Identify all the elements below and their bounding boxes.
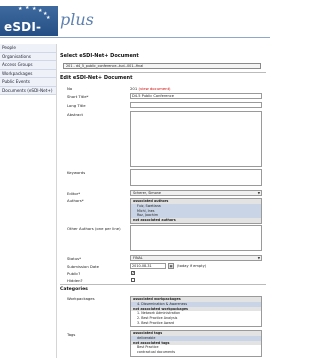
keywords-label: Keywords	[67, 170, 86, 175]
tags-label: Tags	[67, 332, 76, 337]
status-value: FINAL	[133, 256, 143, 260]
no-label: No	[67, 86, 73, 91]
sidebar-divider	[56, 44, 57, 358]
submission-date-value: 2010-08-31	[132, 264, 152, 268]
logo-plus: plus	[60, 10, 94, 29]
sidebar-item-documents[interactable]: Documents (eSDI-Net+)	[0, 86, 56, 95]
edit-section-title: Edit eSDI-Net+ Document	[60, 75, 133, 81]
today-hint: (today if empty)	[177, 264, 207, 268]
workpackages-label: Workpackages	[67, 296, 95, 301]
chevron-down-icon: ▼	[257, 191, 260, 195]
short-title-input[interactable]: D4.5 Public Conference	[130, 93, 262, 99]
short-title-label: Short Title*	[67, 94, 89, 99]
short-title-value: D4.5 Public Conference	[132, 94, 174, 98]
chevron-down-icon: ▼	[257, 256, 260, 260]
calendar-icon: ▦	[169, 264, 173, 268]
no-value: 201	[130, 86, 138, 91]
list-item[interactable]: contractual documents	[131, 350, 261, 355]
editor-select[interactable]: Scherer, Simone ▼	[130, 190, 262, 196]
editor-label: Editor*	[67, 191, 81, 196]
sidebar-item-workpackages[interactable]: Workpackages	[0, 69, 56, 78]
sidebar-item-public-events[interactable]: Public Events	[0, 78, 56, 87]
keywords-textarea[interactable]	[130, 169, 262, 186]
abstract-textarea[interactable]	[130, 111, 262, 167]
select-section-title: Select eSDI-Net+ Document	[60, 53, 139, 59]
divider	[60, 72, 266, 73]
list-header: not associated authors	[131, 218, 261, 223]
list-item[interactable]: 3. Best Practice Award	[131, 321, 261, 326]
no-value-line: 201 (view document)	[130, 86, 171, 91]
tags-listbox[interactable]: associated tags deliverable not associat…	[130, 330, 262, 357]
status-select[interactable]: FINAL ▼	[130, 255, 262, 261]
divider	[60, 284, 266, 285]
other-authors-textarea[interactable]	[130, 225, 262, 251]
hidden-label: Hidden?	[67, 278, 83, 283]
sidebar-item-access-groups[interactable]: Access Groups	[0, 61, 56, 70]
categories-title: Categories	[60, 287, 88, 292]
calendar-button[interactable]: ▦	[168, 263, 174, 269]
header-divider	[0, 37, 270, 38]
authors-listbox[interactable]: associated authors Fuiz, Swetlana Michl,…	[130, 198, 262, 224]
star-icon: ★	[38, 8, 43, 14]
star-icon: ★	[32, 6, 37, 12]
header: ★ ★ ★ ★ ★ ★ eSDI-NET plus	[0, 0, 270, 48]
authors-label: Authors*	[67, 198, 84, 203]
editor-value: Scherer, Simone	[133, 191, 161, 195]
star-icon: ★	[18, 6, 23, 12]
star-icon: ★	[25, 5, 30, 11]
other-authors-label: Other Authors (one per line)	[67, 226, 121, 231]
view-document-link[interactable]: (view document)	[138, 86, 170, 91]
sidebar-item-people[interactable]: People	[0, 44, 56, 53]
sidebar: People Organisations Access Groups Workp…	[0, 44, 56, 95]
hidden-checkbox[interactable]	[131, 278, 135, 282]
abstract-label: Abstract	[67, 112, 83, 117]
status-label: Status*	[67, 256, 81, 261]
sidebar-item-organisations[interactable]: Organisations	[0, 52, 56, 61]
document-select-value: 201 - d4_5_public_conference--tud--001--…	[66, 64, 144, 68]
submission-date-input[interactable]: 2010-08-31	[130, 263, 166, 269]
submission-date-label: Submission Date	[67, 264, 100, 269]
public-label: Public?	[67, 271, 81, 276]
logo[interactable]: ★ ★ ★ ★ ★ ★ eSDI-NET	[0, 5, 58, 48]
long-title-label: Long Title	[67, 103, 86, 108]
workpackages-listbox[interactable]: associated workpackages 4. Dissemination…	[130, 296, 262, 327]
public-checkbox[interactable]: ✓	[131, 271, 135, 275]
document-select[interactable]: 201 - d4_5_public_conference--tud--001--…	[63, 63, 261, 69]
long-title-input[interactable]	[130, 102, 262, 108]
